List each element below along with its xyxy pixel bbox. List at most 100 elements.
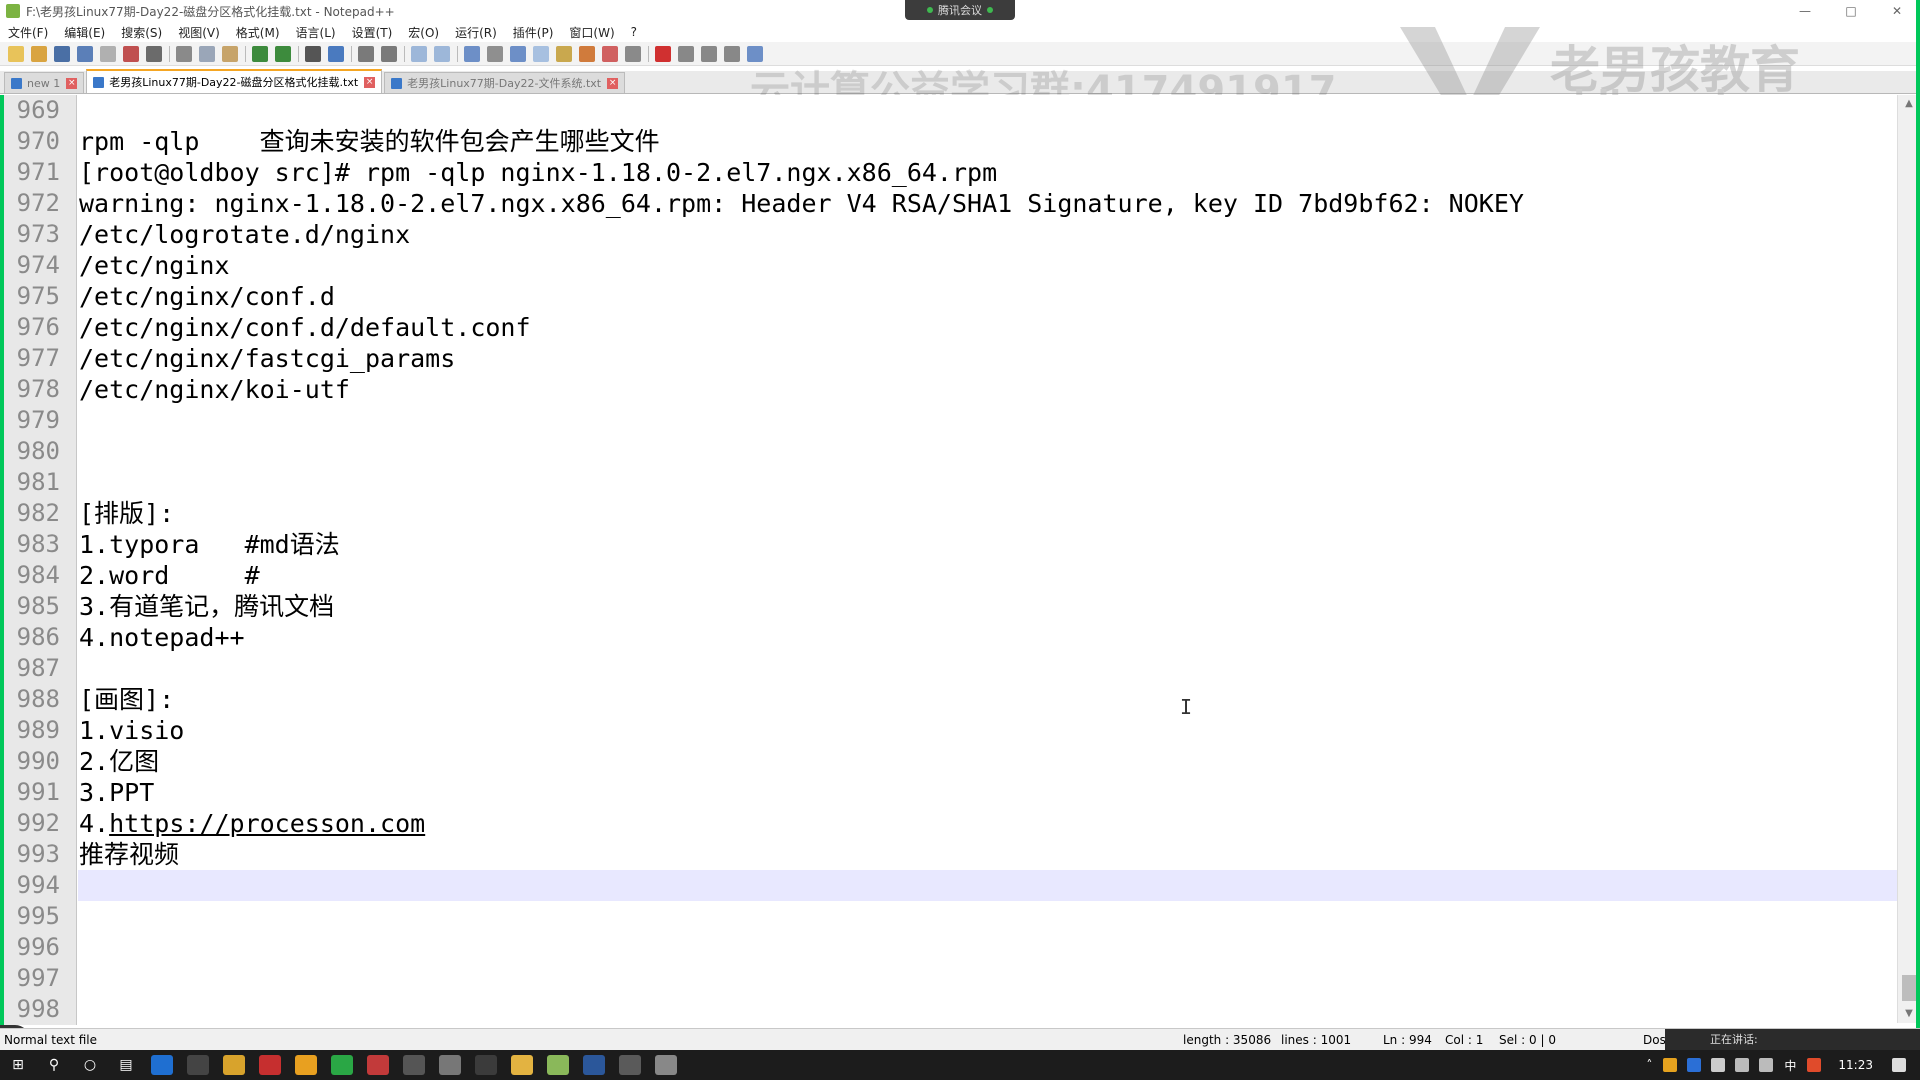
clock[interactable]: 11:23 [1838,1058,1873,1072]
undo-icon[interactable] [252,45,268,62]
monitoring-icon[interactable] [602,45,618,62]
network-icon[interactable] [1735,1058,1750,1072]
editor-line[interactable]: 996 [0,932,1898,963]
wechat-icon[interactable] [331,1055,353,1075]
print-icon[interactable] [146,45,162,62]
editor-line[interactable]: 984 2.word # [0,560,1898,591]
open-file-icon[interactable] [31,45,47,62]
editor-line[interactable]: 969 [0,95,1898,126]
menu-macro[interactable]: 宏(O) [400,24,447,41]
tab-close-icon[interactable]: × [66,77,78,89]
save-all-icon[interactable] [77,45,93,62]
record-macro-icon[interactable] [655,45,671,62]
editor-line[interactable]: 990 2.亿图 [0,746,1898,777]
taskbar-app-icon[interactable] [403,1055,425,1075]
meeting-badge[interactable]: 腾讯会议 [905,0,1015,20]
tab-close-icon[interactable]: × [364,76,376,88]
taskbar-app-icon[interactable] [475,1055,497,1075]
menu-plugins[interactable]: 插件(P) [505,24,562,41]
cortana-icon[interactable]: ○ [79,1055,101,1075]
editor-line[interactable]: 978/etc/nginx/koi-utf [0,374,1898,405]
menu-language[interactable]: 语言(L) [288,24,344,41]
volume-icon[interactable] [1759,1058,1774,1072]
editor-line[interactable]: 987 [0,653,1898,684]
text-editor[interactable]: 969 970 rpm -qlp 查询未安装的软件包会产生哪些文件 971 [root@… [0,95,1920,1055]
chrome-icon[interactable] [223,1055,245,1075]
menu-help[interactable]: ? [623,25,645,39]
replace-icon[interactable] [328,45,344,62]
taskbar-app-icon[interactable] [655,1055,677,1075]
taskbar-app-icon[interactable] [259,1055,281,1075]
sync-vertical-icon[interactable] [411,45,427,62]
copy-icon[interactable] [199,45,215,62]
notification-icon[interactable] [1892,1058,1906,1072]
editor-line[interactable]: 983 1.typora #md语法 [0,529,1898,560]
task-view-icon[interactable]: ▤ [115,1055,137,1075]
editor-line[interactable]: 971 [root@oldboy src]# rpm -qlp nginx-1.1… [0,157,1898,188]
url-link[interactable]: https://processon.com [109,809,425,838]
start-icon[interactable]: ⊞ [7,1055,29,1075]
editor-line[interactable]: 988 [画图]: [0,684,1898,715]
redo-icon[interactable] [275,45,291,62]
tab-day22-disk[interactable]: 老男孩Linux77期-Day22-磁盘分区格式化挂载.txt × [86,69,383,93]
menu-file[interactable]: 文件(F) [0,24,56,41]
editor-line[interactable]: 995 [0,901,1898,932]
show-all-chars-icon[interactable] [487,45,503,62]
taskbar-app-icon[interactable] [295,1055,317,1075]
close-button[interactable]: ✕ [1874,0,1920,22]
play-macro-icon[interactable] [701,45,717,62]
tab-close-icon[interactable]: × [607,77,619,89]
chevron-up-icon[interactable]: ˄ [1646,1058,1652,1072]
taskbar-app-icon[interactable] [367,1055,389,1075]
sync-horizontal-icon[interactable] [434,45,450,62]
eye-icon[interactable] [625,45,641,62]
zoom-in-icon[interactable] [358,45,374,62]
menu-format[interactable]: 格式(M) [228,24,288,41]
menu-search[interactable]: 搜索(S) [113,24,170,41]
tray-app-icon[interactable] [1687,1058,1702,1072]
editor-line[interactable]: 974/etc/nginx [0,250,1898,281]
indent-guide-icon[interactable] [510,45,526,62]
notepadpp-icon[interactable] [547,1055,569,1075]
minimize-button[interactable]: — [1782,0,1828,22]
microphone-icon[interactable] [1711,1058,1726,1072]
ime-indicator[interactable]: 中 [1784,1057,1796,1074]
menu-window[interactable]: 窗口(W) [561,24,622,41]
editor-line[interactable]: 991 3.PPT [0,777,1898,808]
save-icon[interactable] [54,45,70,62]
play-macro-multiple-icon[interactable] [724,45,740,62]
tray-app-icon[interactable] [1663,1058,1678,1072]
menu-edit[interactable]: 编辑(E) [56,24,113,41]
editor-line[interactable]: 981 [0,467,1898,498]
editor-line[interactable]: 976/etc/nginx/conf.d/default.conf [0,312,1898,343]
maximize-button[interactable]: □ [1828,0,1874,22]
editor-line[interactable]: 997 [0,963,1898,994]
taskbar-app-icon[interactable] [439,1055,461,1075]
editor-line[interactable]: 989 1.visio [0,715,1898,746]
editor-line[interactable]: 985 3.有道笔记，腾讯文档 [0,591,1898,622]
taskbar-app-icon[interactable] [619,1055,641,1075]
search-icon[interactable]: ⚲ [43,1055,65,1075]
editor-line[interactable]: 977/etc/nginx/fastcgi_params [0,343,1898,374]
editor-line[interactable]: 986 4.notepad++ [0,622,1898,653]
tab-new-1[interactable]: new 1 × [4,72,85,93]
scrollbar-thumb[interactable] [1902,975,1916,1001]
close-all-icon[interactable] [123,45,139,62]
editor-line[interactable]: 979 [0,405,1898,436]
cut-icon[interactable] [176,45,192,62]
menu-run[interactable]: 运行(R) [447,24,505,41]
stop-macro-icon[interactable] [678,45,694,62]
editor-line[interactable]: 970 rpm -qlp 查询未安装的软件包会产生哪些文件 [0,126,1898,157]
taskbar-app-icon[interactable] [187,1055,209,1075]
editor-line[interactable]: 975/etc/nginx/conf.d [0,281,1898,312]
editor-line[interactable]: 972 warning: nginx-1.18.0-2.el7.ngx.x86_6… [0,188,1898,219]
menu-settings[interactable]: 设置(T) [344,24,401,41]
editor-line[interactable]: 993 推荐视频 [0,839,1898,870]
folder-workspace-icon[interactable] [579,45,595,62]
tray-app-icon[interactable] [1807,1058,1822,1072]
doc-map-icon[interactable] [533,45,549,62]
word-icon[interactable] [583,1055,605,1075]
file-explorer-icon[interactable] [511,1055,533,1075]
taskbar-app-icon[interactable] [151,1055,173,1075]
zoom-out-icon[interactable] [381,45,397,62]
